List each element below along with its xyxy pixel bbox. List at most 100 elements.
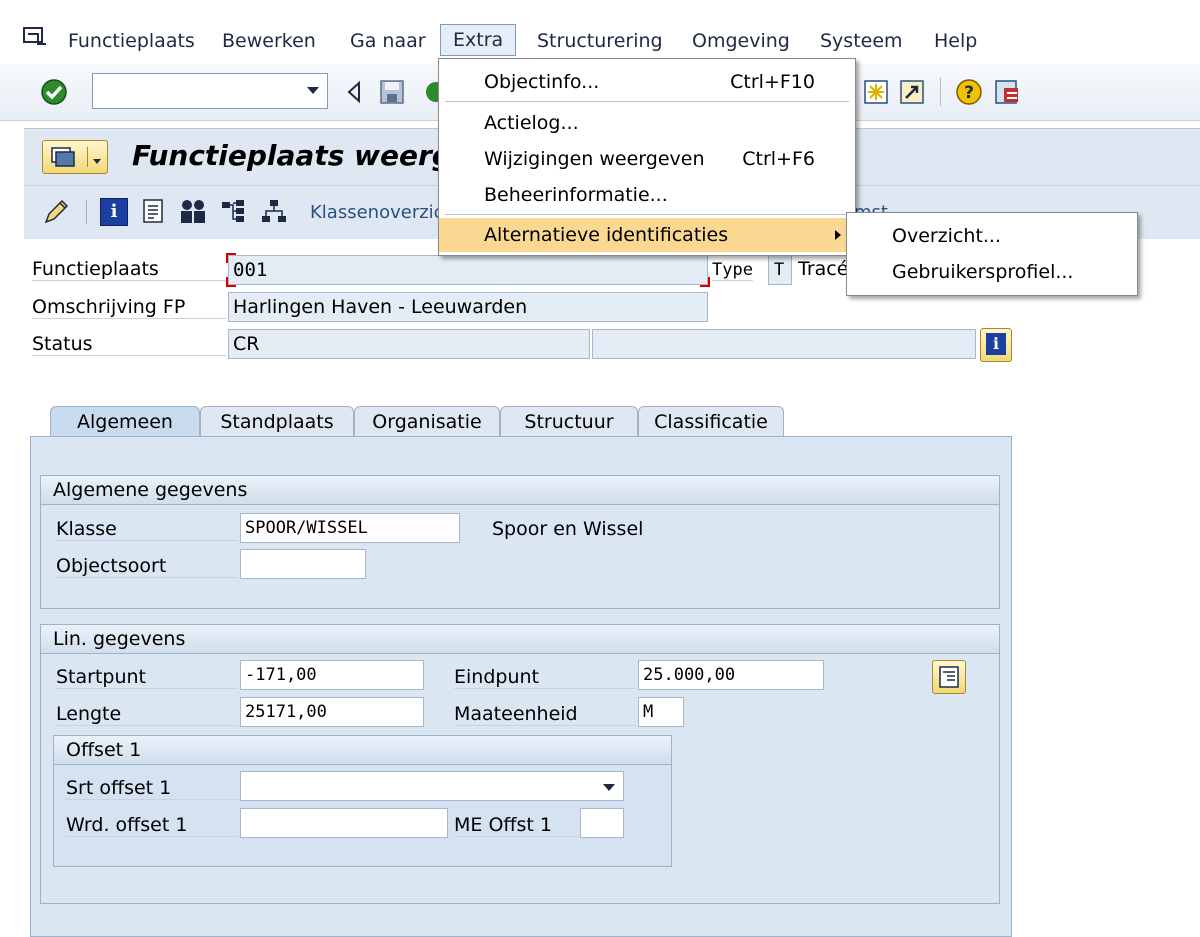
help-icon[interactable]: ? xyxy=(955,78,983,106)
omschrijving-value: Harlingen Haven - Leeuwarden xyxy=(233,296,528,318)
menu-item-beheerinformatie[interactable]: Beheerinformatie... xyxy=(439,178,855,212)
extra-menu: Objectinfo... Ctrl+F10 Actielog... Wijzi… xyxy=(438,58,856,256)
maateenheid-value: M xyxy=(643,702,654,722)
trace-label: Tracé xyxy=(798,258,849,280)
menu-bar: Functieplaats Bewerken Ga naar Extra Str… xyxy=(0,0,1200,64)
document-list-icon[interactable] xyxy=(140,198,166,224)
command-input[interactable] xyxy=(97,74,301,106)
menu-item-label: Objectinfo... xyxy=(484,71,600,93)
tab-standplaats[interactable]: Standplaats xyxy=(200,406,354,437)
menu-item-gebruikersprofiel[interactable]: Gebruikersprofiel... xyxy=(847,255,1137,289)
eindpunt-value: 25.000,00 xyxy=(643,665,736,685)
startpunt-value: -171,00 xyxy=(245,665,317,685)
menu-item-objectinfo[interactable]: Objectinfo... Ctrl+F10 xyxy=(439,65,855,99)
objectsoort-field[interactable] xyxy=(240,549,366,579)
menu-separator xyxy=(445,101,849,102)
status-field[interactable]: CR xyxy=(228,329,590,359)
info-icon[interactable]: i xyxy=(100,198,128,226)
group-title: Algemene gegevens xyxy=(41,476,999,505)
menu-item-actielog[interactable]: Actielog... xyxy=(439,106,855,140)
menu-item-label: Gebruikersprofiel... xyxy=(892,261,1074,283)
back-arrow-icon[interactable] xyxy=(340,78,368,106)
menu-extra[interactable]: Extra xyxy=(440,24,517,56)
alternatieve-identificaties-submenu: Overzicht... Gebruikersprofiel... xyxy=(846,212,1138,296)
layout-menu-icon[interactable] xyxy=(993,78,1021,106)
lengte-value: 25171,00 xyxy=(245,702,327,722)
eindpunt-field[interactable]: 25.000,00 xyxy=(638,660,824,690)
tab-organisatie[interactable]: Organisatie xyxy=(354,406,500,437)
klasse-description: Spoor en Wissel xyxy=(492,518,644,540)
objectsoort-label: Objectsoort xyxy=(56,555,238,578)
klasse-label: Klasse xyxy=(56,518,238,541)
eindpunt-label: Eindpunt xyxy=(454,666,636,689)
tab-algemeen[interactable]: Algemeen xyxy=(50,406,200,437)
menu-item-label: Wijzigingen weergeven xyxy=(484,148,705,170)
menu-item-shortcut: Ctrl+F10 xyxy=(730,71,815,93)
sap-menu-icon[interactable] xyxy=(22,26,48,48)
menu-item-wijzigingen[interactable]: Wijzigingen weergeven Ctrl+F6 xyxy=(439,142,855,176)
command-field[interactable] xyxy=(92,73,328,109)
menu-functieplaats[interactable]: Functieplaats xyxy=(68,28,195,56)
klasse-value: SPOOR/WISSEL xyxy=(245,518,368,538)
status-value: CR xyxy=(233,333,260,355)
structure-tree-icon[interactable] xyxy=(220,198,248,224)
toolbar-separator xyxy=(940,78,941,106)
menu-item-shortcut: Ctrl+F6 xyxy=(742,148,815,170)
required-marker xyxy=(225,252,711,288)
status-info-icon[interactable]: i xyxy=(980,328,1012,362)
klasse-field[interactable]: SPOOR/WISSEL xyxy=(240,513,460,543)
chevron-down-icon xyxy=(93,159,101,164)
edit-pencil-icon[interactable] xyxy=(42,198,70,226)
enter-checkmark-icon[interactable] xyxy=(40,78,68,106)
lengte-field[interactable]: 25171,00 xyxy=(240,697,424,727)
maateenheid-label: Maateenheid xyxy=(454,703,636,726)
wrd-offset-label: Wrd. offset 1 xyxy=(66,814,238,837)
menu-bewerken[interactable]: Bewerken xyxy=(222,28,316,56)
tab-classificatie[interactable]: Classificatie xyxy=(638,406,784,437)
menu-help[interactable]: Help xyxy=(934,28,977,56)
maateenheid-field[interactable]: M xyxy=(638,697,684,727)
partners-icon[interactable] xyxy=(178,198,208,224)
chevron-down-icon[interactable] xyxy=(603,784,615,791)
menu-item-label: Alternatieve identificaties xyxy=(484,224,729,246)
menu-systeem[interactable]: Systeem xyxy=(820,28,903,56)
lengte-label: Lengte xyxy=(56,703,238,726)
group-title: Lin. gegevens xyxy=(41,625,999,654)
omschrijving-label: Omschrijving FP xyxy=(32,296,226,319)
new-session-icon[interactable] xyxy=(862,78,890,106)
me-offset-field[interactable] xyxy=(580,808,624,838)
functieplaats-label: Functieplaats xyxy=(32,258,226,281)
menu-separator xyxy=(445,214,849,215)
toolbar-separator xyxy=(86,200,87,224)
startpunt-field[interactable]: -171,00 xyxy=(240,660,424,690)
caret-icon xyxy=(87,147,88,167)
details-icon[interactable] xyxy=(932,660,966,694)
type-value: T xyxy=(774,260,785,280)
menu-ga-naar[interactable]: Ga naar xyxy=(350,28,426,56)
srt-offset-select[interactable] xyxy=(240,771,624,801)
tab-structuur[interactable]: Structuur xyxy=(500,406,638,437)
group-algemene-gegevens: Algemene gegevens xyxy=(40,475,1000,609)
menu-item-alternatieve-identificaties[interactable]: Alternatieve identificaties xyxy=(439,218,855,252)
omschrijving-field[interactable]: Harlingen Haven - Leeuwarden xyxy=(228,292,708,322)
type-label: Type xyxy=(712,260,753,281)
type-field[interactable]: T xyxy=(768,255,792,285)
status-label: Status xyxy=(32,333,226,356)
hierarchy-icon[interactable] xyxy=(260,198,288,224)
menu-toggle-button[interactable] xyxy=(42,140,108,174)
menu-item-overzicht[interactable]: Overzicht... xyxy=(847,219,1137,253)
menu-structurering[interactable]: Structurering xyxy=(537,28,663,56)
chevron-right-icon xyxy=(835,230,841,240)
group-title: Offset 1 xyxy=(54,736,671,765)
menu-item-label: Overzicht... xyxy=(892,225,1002,247)
menu-omgeving[interactable]: Omgeving xyxy=(692,28,790,56)
menu-item-label: Actielog... xyxy=(484,112,579,134)
shortcut-icon[interactable] xyxy=(898,78,926,106)
save-icon[interactable] xyxy=(378,78,406,106)
status-field-2[interactable] xyxy=(592,329,976,359)
svg-text:?: ? xyxy=(964,83,974,103)
wrd-offset-field[interactable] xyxy=(240,808,448,838)
srt-offset-label: Srt offset 1 xyxy=(66,777,238,800)
group-offset-1: Offset 1 xyxy=(53,735,672,867)
chevron-down-icon[interactable] xyxy=(307,87,319,94)
